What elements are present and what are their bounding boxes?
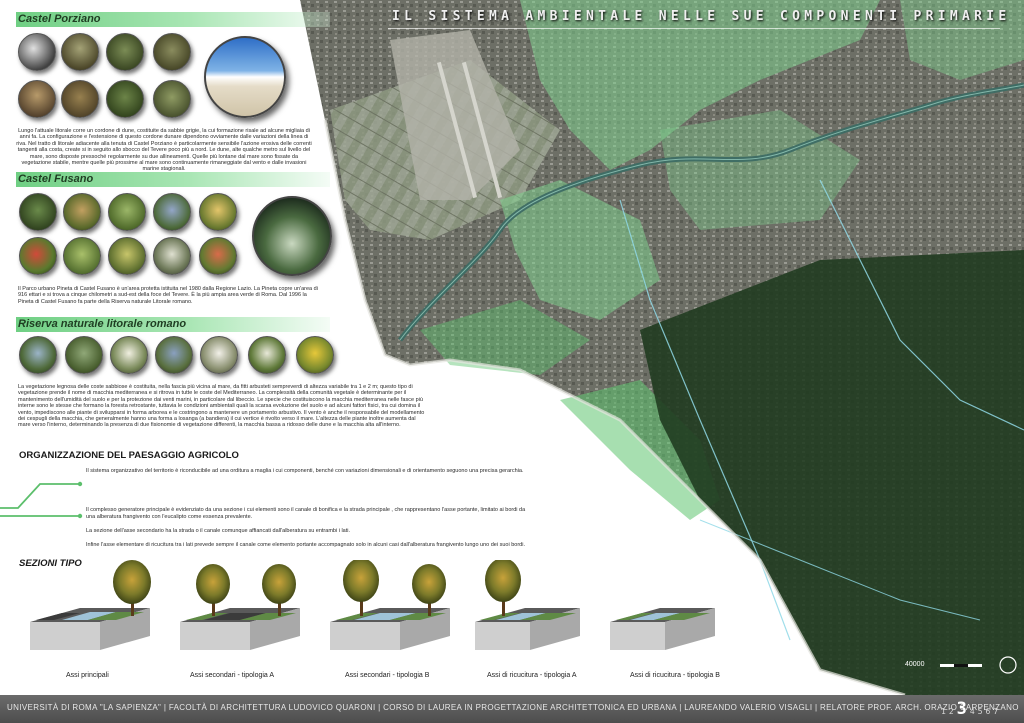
thumbnail-photo bbox=[19, 237, 57, 275]
sezione-assi-principali bbox=[30, 560, 151, 650]
thumbnail-photo bbox=[61, 33, 99, 71]
thumbnail-photo bbox=[199, 237, 237, 275]
hierarchy-diagram bbox=[0, 481, 83, 519]
title-underline bbox=[388, 28, 1000, 29]
thumbnail-photo bbox=[65, 336, 103, 374]
organizzazione-text-2: Il complesso generatore principale è evi… bbox=[86, 507, 526, 520]
thumbnail-photo bbox=[296, 336, 334, 374]
thumbnail-photo bbox=[63, 237, 101, 275]
castel-fusano-text: Il Parco urbano Pineta di Castel Fusano … bbox=[18, 286, 318, 305]
thumbnail-photo bbox=[199, 193, 237, 231]
thumbnail-photo bbox=[153, 193, 191, 231]
page-numbers-after: 4567 bbox=[969, 707, 1002, 716]
thumbnail-photo bbox=[155, 336, 193, 374]
sezione-assi-secondari-a bbox=[180, 564, 300, 650]
sezione-label: Assi di ricucitura - tipologia A bbox=[487, 672, 577, 679]
current-page-number: 3 bbox=[956, 699, 970, 719]
thumbnail-photo bbox=[153, 80, 191, 118]
thumbnail-photo bbox=[153, 33, 191, 71]
sezione-ricucitura-b bbox=[610, 608, 715, 650]
thumbnail-photo bbox=[18, 80, 56, 118]
page-indicator: 1234567 bbox=[941, 699, 1001, 719]
scale-label: 40000 bbox=[905, 661, 925, 668]
castel-porziano-text: Lungo l'attuale litorale corre un cordon… bbox=[16, 128, 312, 173]
castel-fusano-heading: Castel Fusano bbox=[18, 173, 94, 185]
footer-bar: UNIVERSITÀ DI ROMA "LA SAPIENZA" | FACOL… bbox=[0, 695, 1024, 723]
riserva-heading: Riserva naturale litorale romano bbox=[18, 318, 187, 330]
organizzazione-heading: ORGANIZZAZIONE DEL PAESAGGIO AGRICOLO bbox=[19, 450, 239, 461]
sezione-label: Assi secondari - tipologia A bbox=[190, 672, 275, 679]
thumbnail-photo bbox=[108, 237, 146, 275]
castel-porziano-heading: Castel Porziano bbox=[18, 13, 101, 25]
thumbnail-photo bbox=[61, 80, 99, 118]
sezioni-diagrams bbox=[30, 560, 715, 650]
thumbnail-photo bbox=[63, 193, 101, 231]
footer-credits: UNIVERSITÀ DI ROMA "LA SAPIENZA" | FACOL… bbox=[7, 703, 1019, 712]
sezione-label: Assi secondari - tipologia B bbox=[345, 672, 430, 679]
beach-photo bbox=[204, 36, 286, 118]
thumbnail-photo bbox=[106, 33, 144, 71]
organizzazione-text-4: Infine l'asse elementare di ricucitura t… bbox=[86, 542, 525, 548]
organizzazione-text-1: Il sistema organizzativo del territorio … bbox=[86, 468, 524, 474]
thumbnail-photo bbox=[19, 193, 57, 231]
riserva-text: La vegetazione legnosa delle coste sabbi… bbox=[18, 384, 425, 429]
thumbnail-photo bbox=[110, 336, 148, 374]
thumbnail-photo bbox=[18, 33, 56, 71]
sezione-ricucitura-a bbox=[475, 560, 580, 650]
thumbnail-photo bbox=[108, 193, 146, 231]
organizzazione-text-3: La sezione dell'asse secondario ha la st… bbox=[86, 528, 351, 534]
sezione-assi-secondari-b bbox=[330, 560, 450, 650]
sezione-label: Assi principali bbox=[66, 672, 109, 679]
thumbnail-photo bbox=[248, 336, 286, 374]
page-numbers-before: 12 bbox=[941, 707, 957, 716]
poster-title: IL SISTEMA AMBIENTALE NELLE SUE COMPONEN… bbox=[392, 9, 1011, 24]
thumbnail-photo bbox=[106, 80, 144, 118]
thumbnail-photo bbox=[19, 336, 57, 374]
thumbnail-photo bbox=[200, 336, 238, 374]
thumbnail-photo bbox=[153, 237, 191, 275]
pine-forest-photo bbox=[252, 196, 332, 276]
sezione-label: Assi di ricucitura - tipologia B bbox=[630, 672, 720, 679]
